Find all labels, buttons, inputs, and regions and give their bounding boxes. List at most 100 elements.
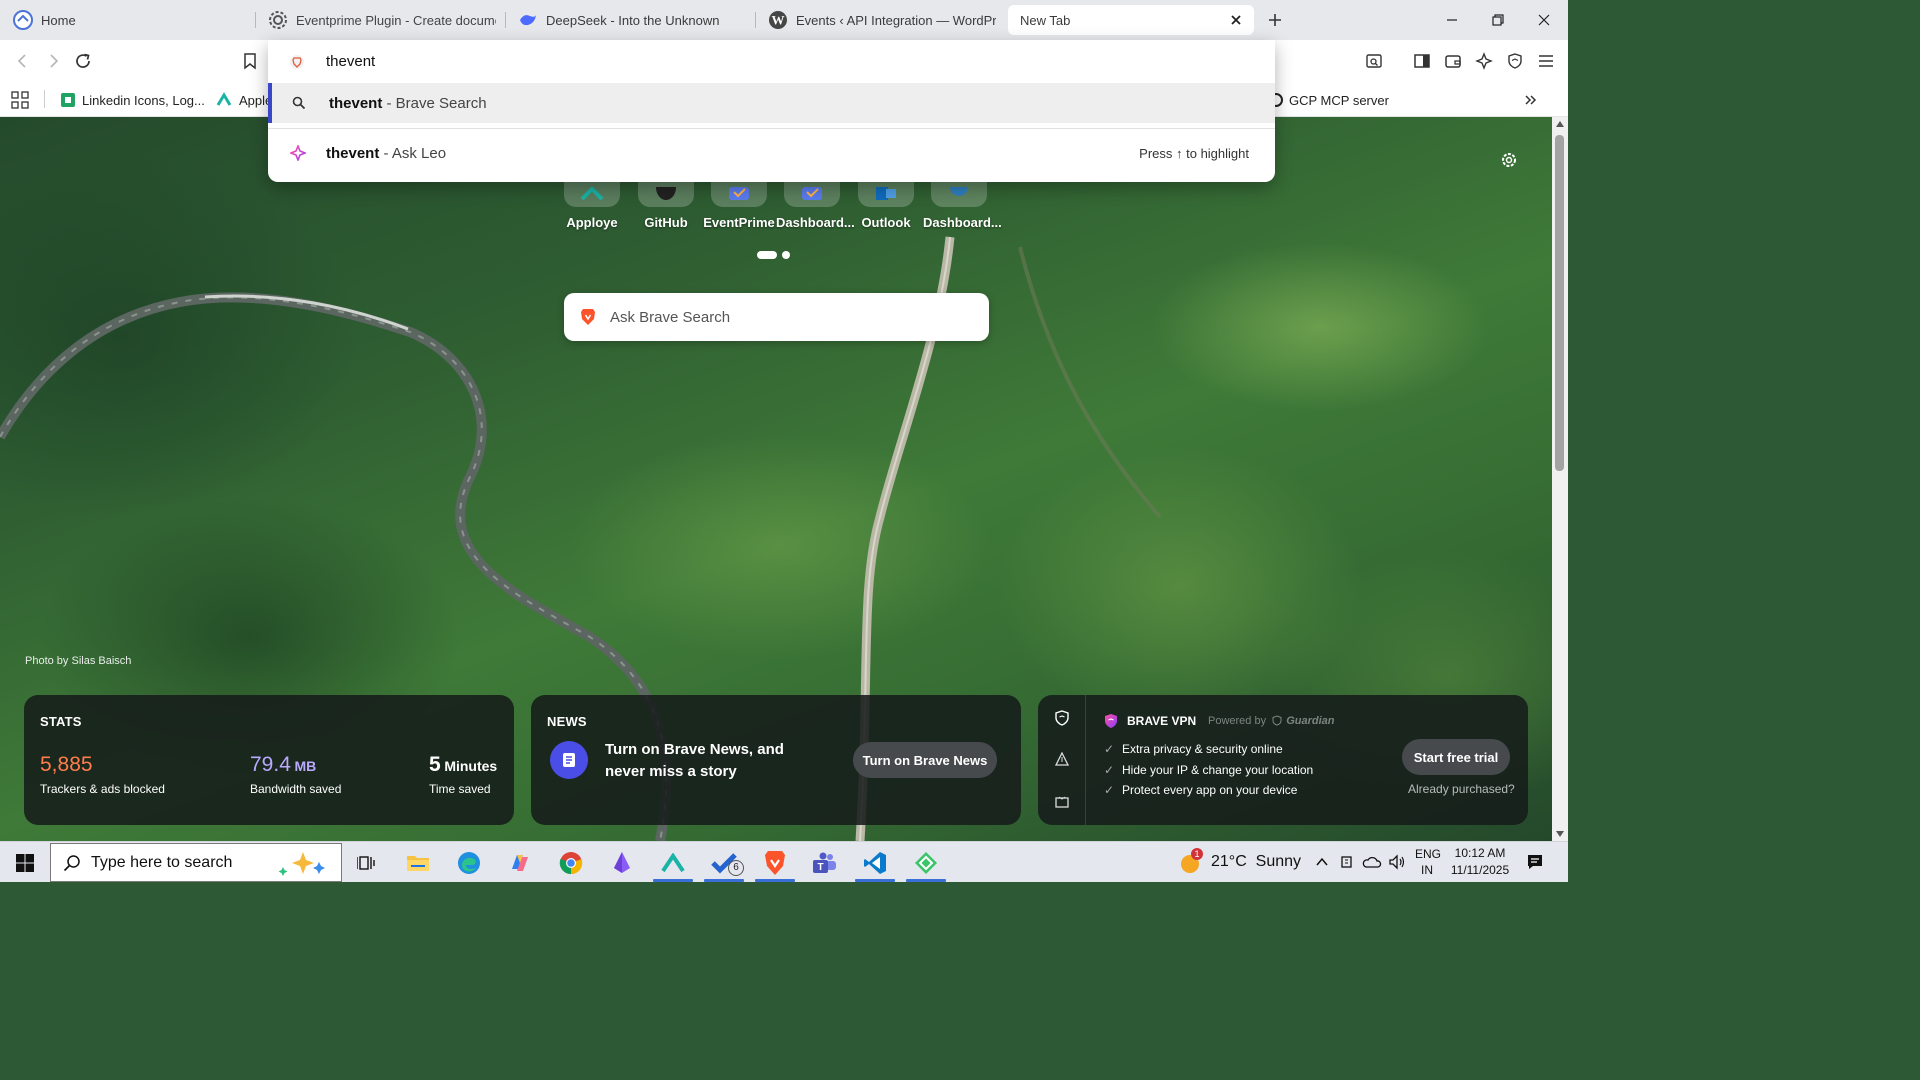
more-bookmarks-icon[interactable]	[1522, 86, 1538, 114]
purple-app-icon[interactable]	[599, 842, 645, 883]
clock-date: 11/11/2025	[1450, 863, 1510, 877]
top-site-label: Dashboard...	[776, 215, 855, 230]
bandwidth-value-group: 79.4 MB	[250, 753, 316, 777]
teams-icon[interactable]: T	[801, 842, 847, 883]
forward-button[interactable]	[38, 46, 68, 76]
tab-title: Events ‹ API Integration — WordPres	[796, 12, 996, 28]
news-promo-text: Turn on Brave News, and never miss a sto…	[605, 741, 784, 780]
windows-taskbar: Type here to search 6 T 1 21°C Sunny ENG…	[0, 841, 1568, 882]
tab-home[interactable]: Home	[0, 0, 255, 40]
address-input[interactable]: thevent	[326, 53, 375, 70]
vpn-feature: ✓ Extra privacy & security online	[1104, 739, 1313, 760]
reload-button[interactable]	[68, 46, 98, 76]
taskbar-search-box[interactable]: Type here to search	[50, 843, 342, 882]
todo-icon[interactable]: 6	[701, 842, 747, 883]
suggestion-query: thevent	[329, 94, 383, 112]
chevron-up-icon[interactable]	[1314, 854, 1330, 870]
notification-center-icon[interactable]	[1526, 853, 1544, 871]
minimize-button[interactable]	[1429, 0, 1475, 40]
copilot-icon[interactable]	[497, 842, 543, 883]
start-free-trial-button[interactable]: Start free trial	[1402, 739, 1510, 775]
apploye-taskbar-icon[interactable]	[650, 842, 696, 883]
bookmark-linkedin-icons[interactable]: Linkedin Icons, Log...	[60, 86, 205, 114]
brave-search-box[interactable]: Ask Brave Search	[564, 293, 989, 341]
vscode-icon[interactable]	[852, 842, 898, 883]
chrome-icon[interactable]	[548, 842, 594, 883]
photo-credit[interactable]: Photo by Silas Baisch	[25, 655, 131, 667]
check-icon: ✓	[1104, 762, 1115, 777]
scroll-up-arrow[interactable]	[1556, 121, 1564, 127]
edge-icon[interactable]	[446, 842, 492, 883]
wallet-icon[interactable]	[1438, 46, 1468, 76]
weather-badge: 1	[1191, 848, 1203, 860]
brave-shield-icon	[289, 54, 305, 70]
leo-ai-icon[interactable]	[1469, 46, 1499, 76]
vpn-tab-shield-icon[interactable]	[1055, 710, 1069, 726]
tab-title: New Tab	[1020, 12, 1071, 28]
bookmark-label: GCP MCP server	[1289, 92, 1389, 108]
guardian-shield-icon	[1272, 715, 1282, 726]
suggestion-ask-leo[interactable]: thevent - Ask Leo Press ↑ to highlight	[268, 132, 1275, 174]
scrollbar-thumb[interactable]	[1555, 135, 1564, 471]
news-document-icon	[550, 741, 588, 779]
green-sheet-icon	[60, 92, 76, 108]
deepseek-whale-icon	[518, 10, 538, 30]
page-scrollbar[interactable]	[1552, 117, 1568, 841]
pager-dot-active[interactable]	[757, 251, 777, 259]
sidebar-toggle-icon[interactable]	[1407, 46, 1437, 76]
file-explorer-icon[interactable]	[395, 842, 441, 883]
tab-wordpress[interactable]: W Events ‹ API Integration — WordPres	[755, 0, 1005, 40]
vpn-tab-video-icon[interactable]	[1055, 796, 1069, 808]
suggestion-divider	[268, 128, 1275, 129]
onedrive-cloud-icon[interactable]	[1362, 854, 1382, 870]
tab-deepseek[interactable]: DeepSeek - Into the Unknown	[505, 0, 755, 40]
windows-start-icon[interactable]	[2, 842, 48, 883]
trackers-label: Trackers & ads blocked	[40, 782, 165, 796]
task-view-icon[interactable]	[344, 842, 390, 883]
bookmarks-divider	[44, 90, 45, 108]
green-app-icon[interactable]	[903, 842, 949, 883]
trackers-value: 5,885	[40, 753, 93, 776]
bookmark-page-button[interactable]	[235, 46, 265, 76]
bookmark-apploye[interactable]: Apple	[216, 86, 272, 114]
scroll-down-arrow[interactable]	[1556, 831, 1564, 837]
tab-eventprime[interactable]: Eventprime Plugin - Create documen	[255, 0, 505, 40]
search-page-icon[interactable]	[1359, 46, 1389, 76]
news-card: NEWS Turn on Brave News, and never miss …	[531, 695, 1021, 825]
back-button[interactable]	[8, 46, 38, 76]
weather-text[interactable]: 21°C Sunny	[1211, 853, 1301, 871]
time-value: 5	[429, 753, 441, 776]
taskbar-search-placeholder: Type here to search	[91, 853, 233, 871]
customize-gear-icon[interactable]	[1500, 151, 1518, 169]
time-value-group: 5 Minutes	[429, 753, 497, 777]
vpn-tab-triangle-icon[interactable]	[1055, 752, 1069, 766]
language-indicator[interactable]: ENG IN	[1415, 846, 1442, 878]
menu-icon[interactable]	[1531, 46, 1561, 76]
tab-new-tab[interactable]: New Tab	[1008, 5, 1254, 35]
brave-taskbar-icon[interactable]	[752, 842, 798, 883]
apps-grid-icon[interactable]	[10, 86, 30, 114]
guardian-text: Guardian	[1286, 715, 1335, 727]
check-icon: ✓	[1104, 783, 1115, 797]
todo-badge: 6	[728, 860, 744, 876]
address-bar[interactable]: thevent	[268, 40, 1275, 83]
close-tab-icon[interactable]	[1228, 12, 1244, 28]
check-icon: ✓	[1104, 742, 1115, 756]
clock[interactable]: 10:12 AM 11/11/2025	[1446, 845, 1514, 879]
vpn-shield-icon[interactable]	[1500, 46, 1530, 76]
turn-on-news-button[interactable]: Turn on Brave News	[853, 742, 997, 778]
weather-sun-icon[interactable]: 1	[1178, 848, 1204, 876]
language-code: ENG	[1415, 847, 1442, 861]
vpn-feature: ✓ Hide your IP & change your location	[1104, 760, 1313, 781]
already-purchased-link[interactable]: Already purchased?	[1408, 782, 1515, 796]
volume-icon[interactable]	[1388, 854, 1406, 870]
meet-now-icon[interactable]	[1339, 854, 1355, 870]
bookmark-gcp-mcp[interactable]: GCP MCP server	[1268, 86, 1389, 114]
restore-button[interactable]	[1475, 0, 1521, 40]
close-window-button[interactable]	[1521, 0, 1567, 40]
bandwidth-unit: MB	[294, 758, 317, 774]
suggestion-brave-search[interactable]: thevent - Brave Search	[268, 83, 1275, 123]
pager-dot[interactable]	[782, 251, 790, 259]
new-tab-button[interactable]	[1264, 10, 1286, 30]
search-placeholder: Ask Brave Search	[610, 308, 731, 326]
